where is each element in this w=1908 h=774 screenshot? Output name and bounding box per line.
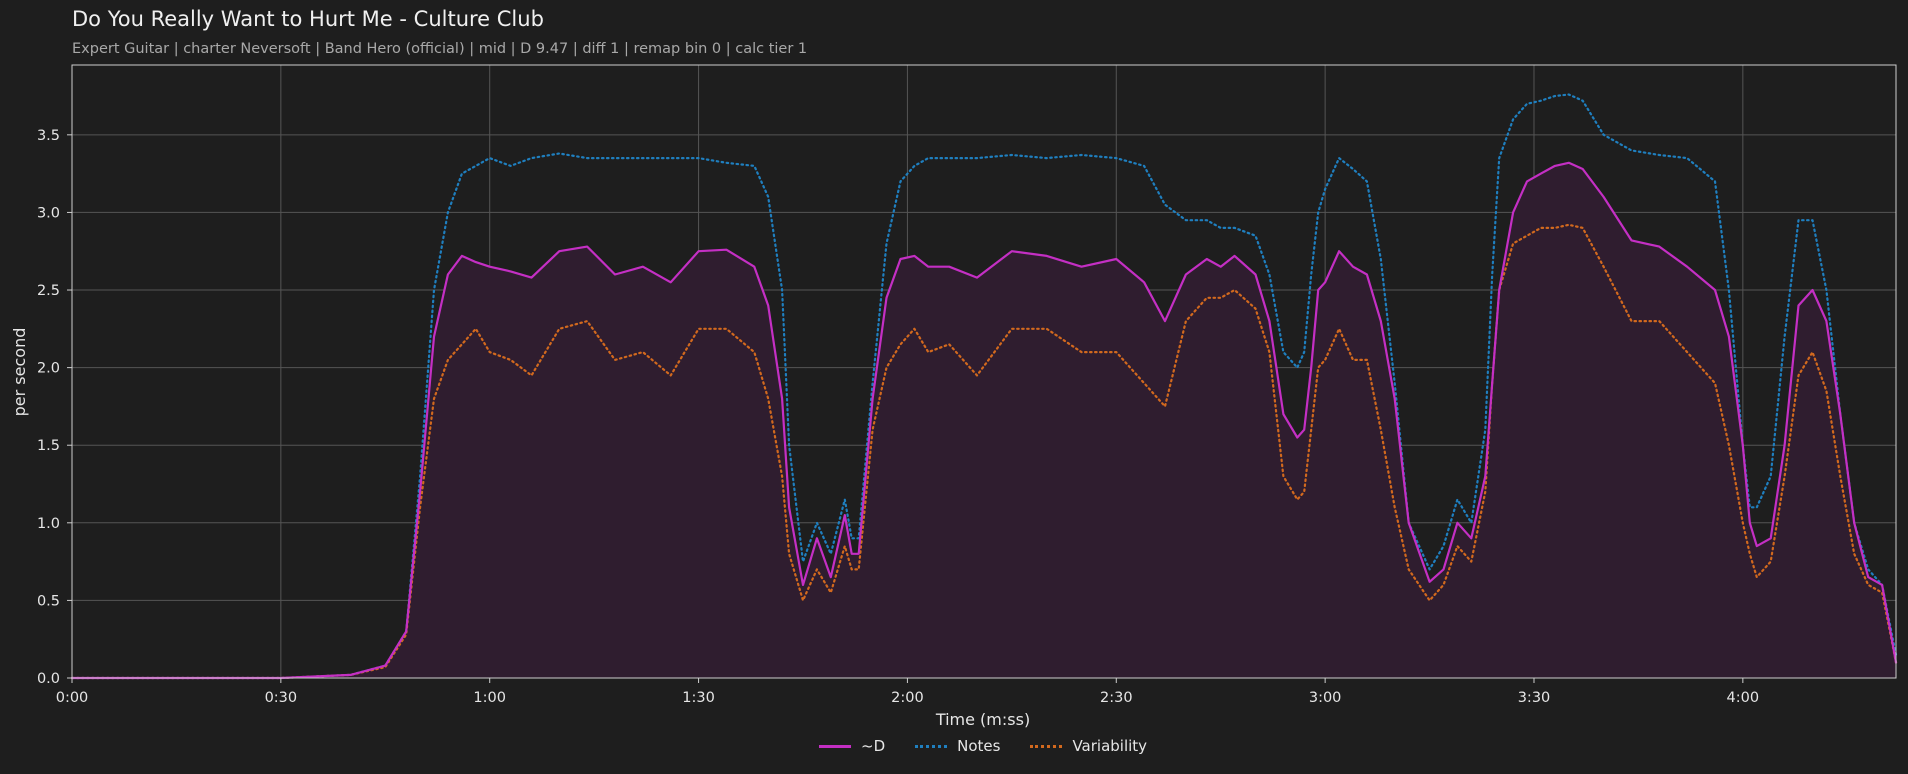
y-tick-label: 2.0 [37,361,60,377]
x-tick-label: 1:30 [682,690,715,706]
y-tick-label: 3.0 [37,205,60,221]
x-tick-label: 3:00 [1309,690,1342,706]
legend-label-notes: Notes [957,737,1001,755]
legend-swatch-variability [1030,744,1063,748]
legend-item-notes: Notes [915,737,1000,755]
y-tick-label: 2.5 [37,283,60,299]
x-tick-label: 1:00 [473,690,506,706]
legend-item-d: ~D [819,737,885,755]
chart-plot: 0:00 0:30 1:00 1:30 2:00 2:30 3:00 3:30 4:00 0.0 0… [10,64,1898,729]
legend-label-variability: Variability [1072,737,1148,755]
y-tick-label: 0.5 [37,593,60,609]
x-tick-label: 2:30 [1100,690,1133,706]
legend-swatch-notes [915,744,948,748]
y-axis-label: per second [10,328,29,417]
x-tick-label: 2:00 [891,690,924,706]
y-tick-label: 3.5 [37,128,60,144]
legend-item-variability: Variability [1030,737,1147,755]
x-tick-label: 4:00 [1727,690,1760,706]
legend-swatch-d [819,744,851,748]
y-tick-label: 1.5 [37,438,60,454]
x-tick-label: 0:30 [265,690,298,706]
y-tick-label: 0.0 [37,671,60,687]
x-axis-label: Time (m:ss) [935,710,1030,729]
x-tick-label: 3:30 [1518,690,1551,706]
y-tick-label: 1.0 [37,516,60,532]
legend-label-d: ~D [861,737,886,755]
x-tick-label: 0:00 [56,690,89,706]
legend: ~D Notes Variability [819,737,1147,755]
